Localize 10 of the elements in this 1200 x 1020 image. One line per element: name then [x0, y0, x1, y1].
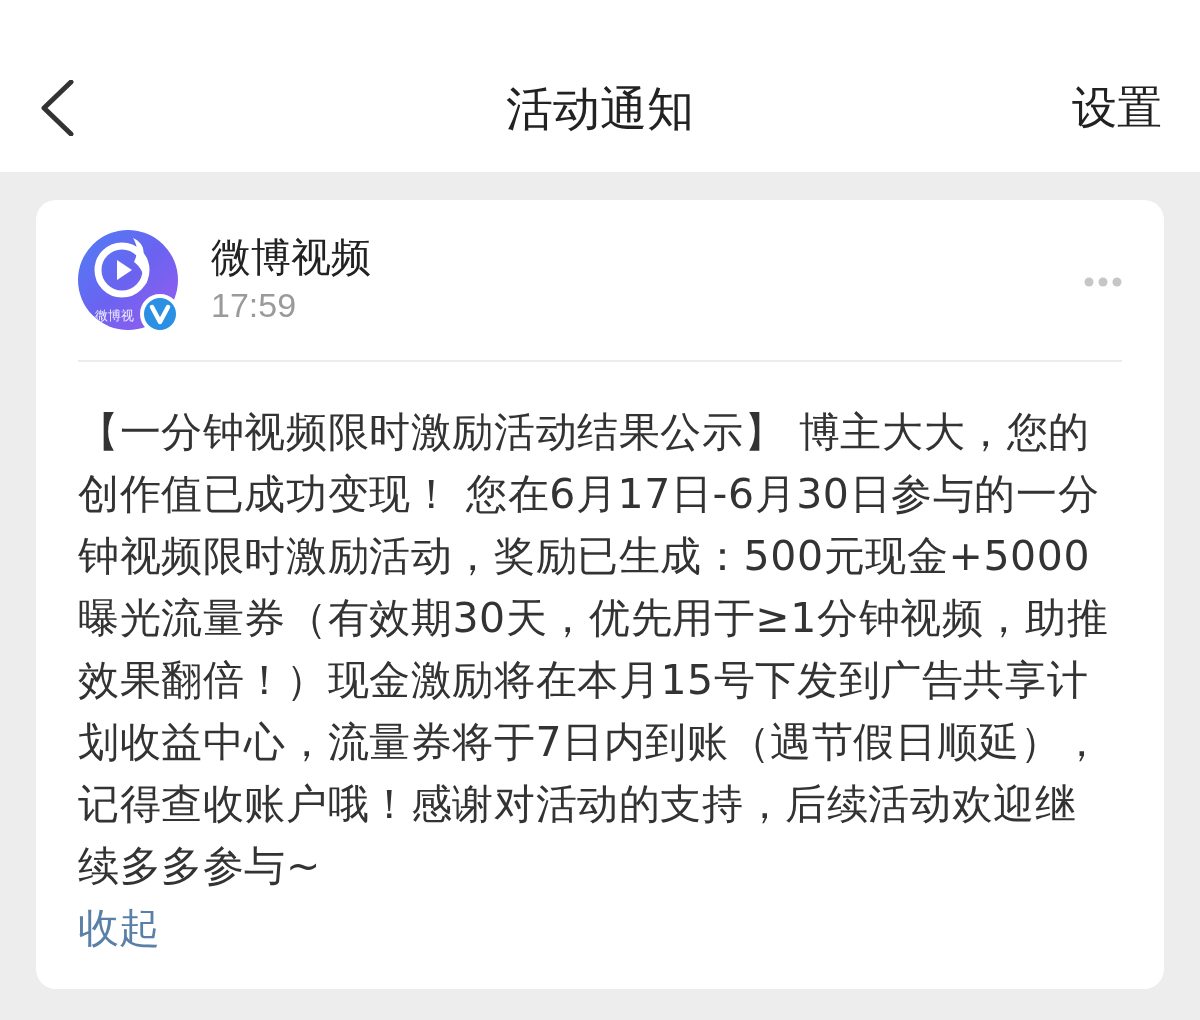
settings-button[interactable]: 设置: [1072, 81, 1162, 135]
back-icon: [40, 80, 74, 136]
sender-name: 微博视频: [211, 234, 372, 281]
message-text: 【一分钟视频限时激励活动结果公示】 博主大大，您的创作值已成功变现！ 您在6月17日-6月30日参与的一分钟视频限时激励活动，奖励已生成：500元现金+5000曝光流量券（有效期30天，优先用于≥1分钟视频，助推效果翻倍！）现金激励将在本月15号下发到广告共享计划收益中心，流量券将于7日内到账（遇节假日顺延），记得查收账户哦！感谢对活动的支持，后续活动欢迎继续多多参与~: [78, 407, 1110, 892]
avatar-label: 微博视: [95, 309, 134, 323]
more-icon: [1084, 277, 1122, 287]
timestamp: 17:59: [211, 285, 298, 326]
back-button[interactable]: [40, 80, 74, 136]
page-title: 活动通知: [506, 82, 694, 136]
collapse-link[interactable]: 收起: [78, 897, 160, 959]
